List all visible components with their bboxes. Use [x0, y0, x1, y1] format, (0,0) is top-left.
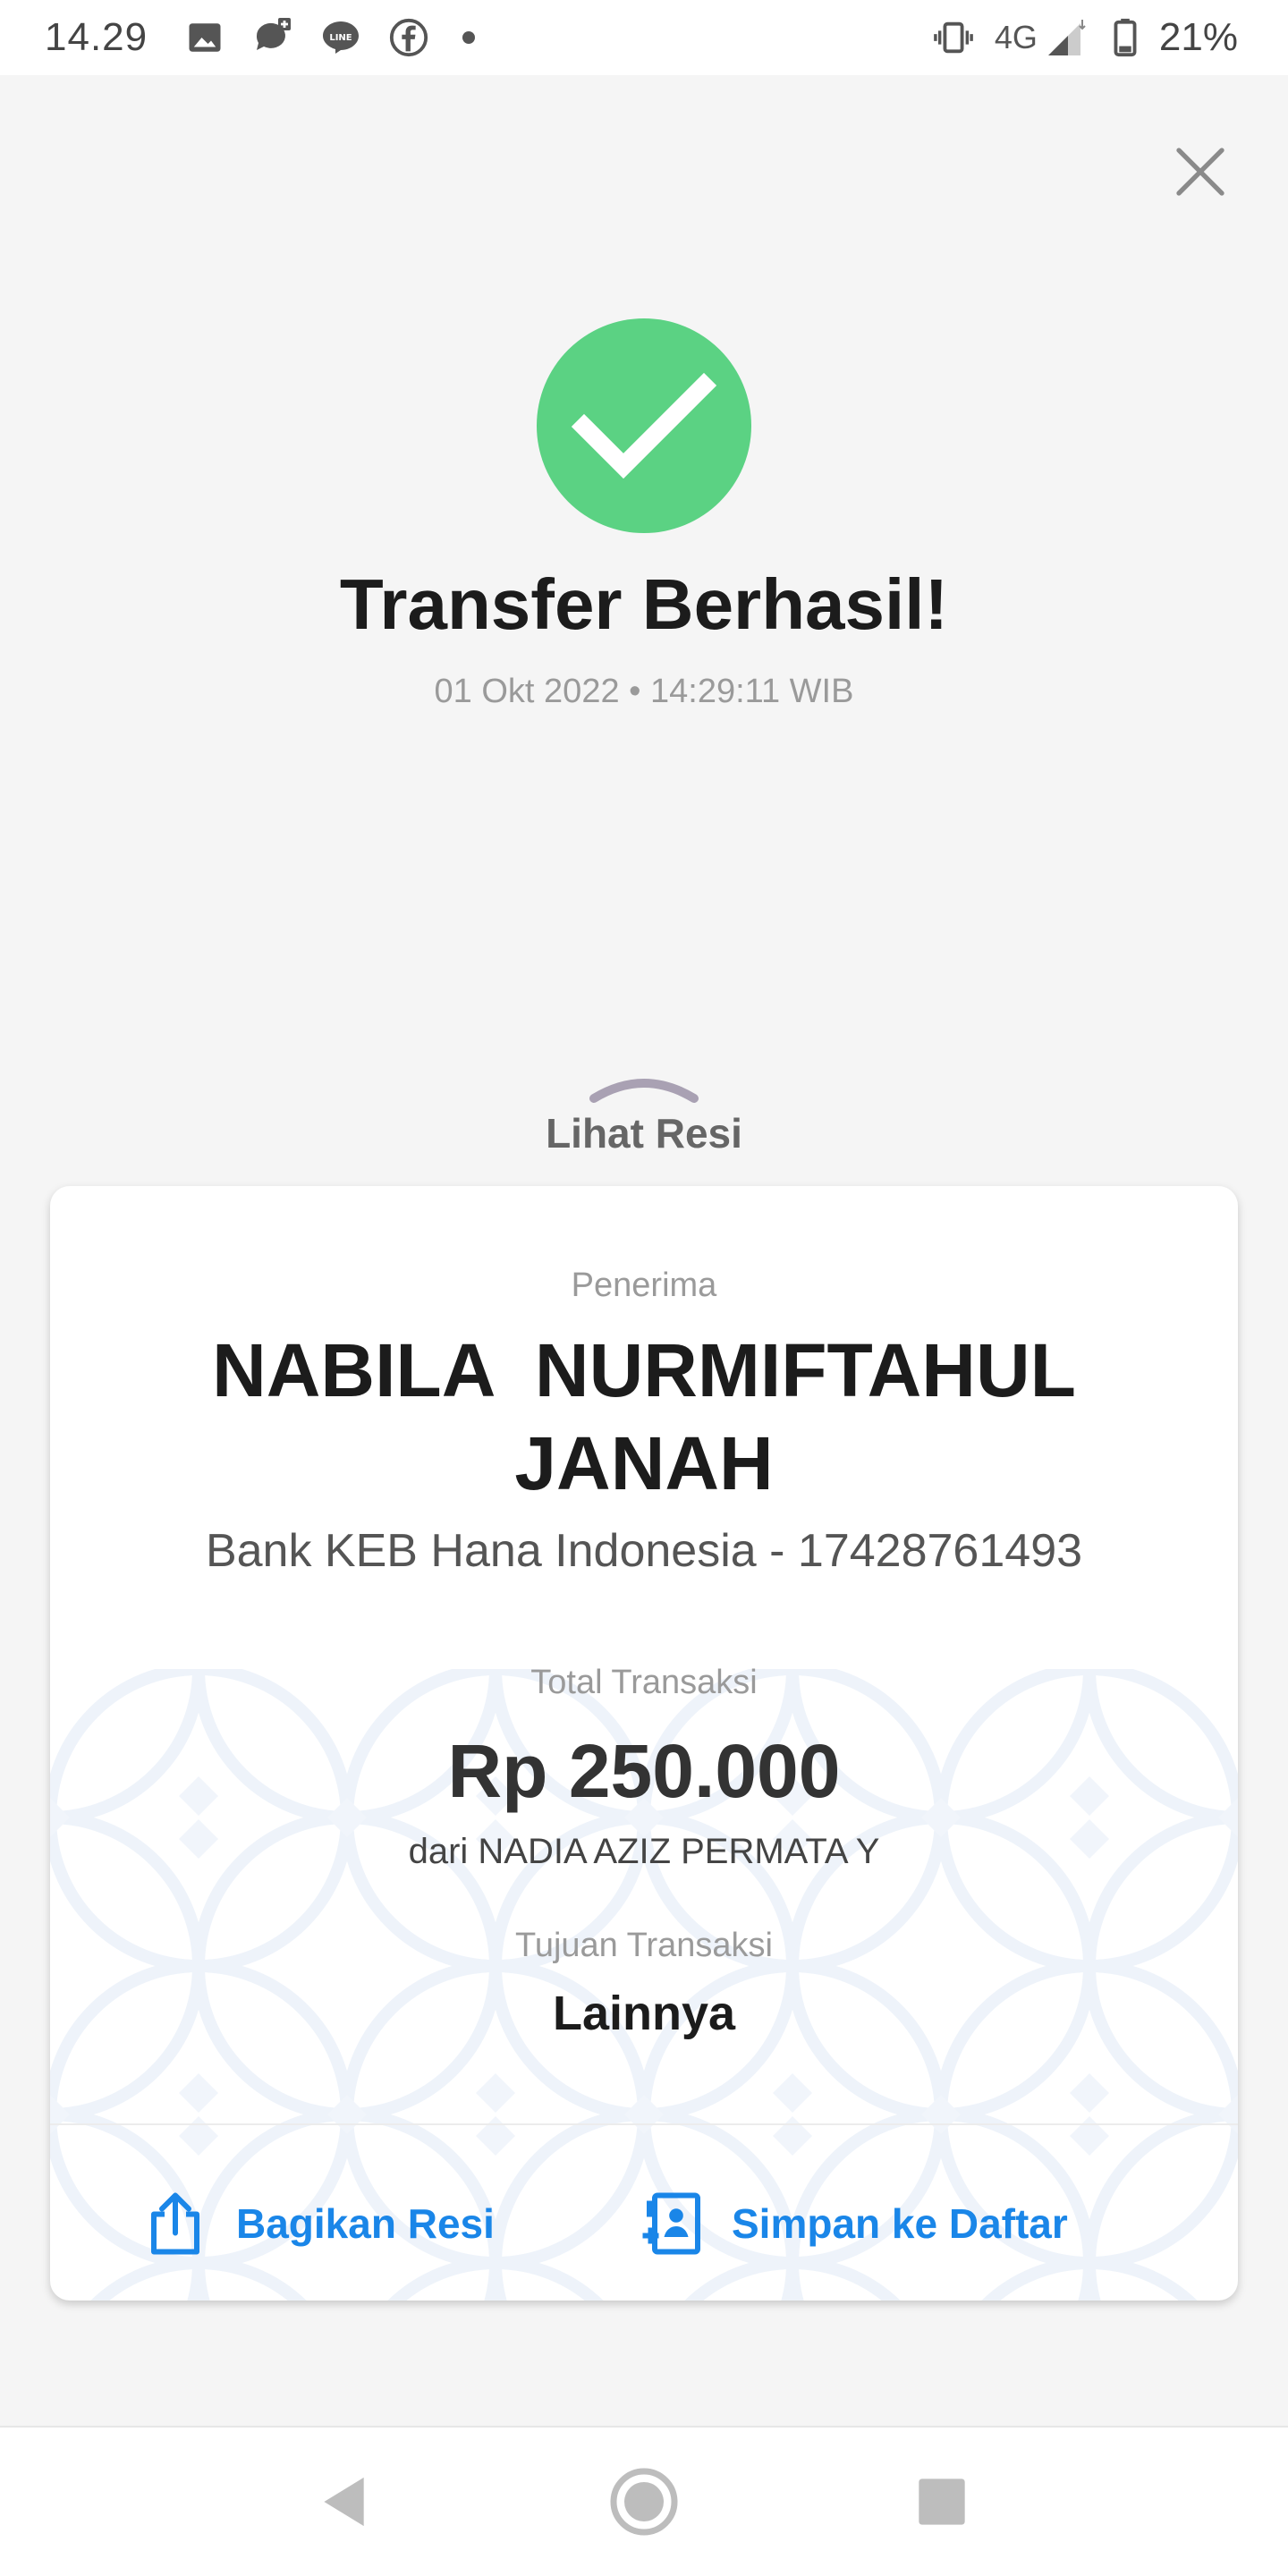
home-button[interactable] [599, 2457, 689, 2546]
status-bar: 14.29 LINE 4G 21% [0, 0, 1288, 75]
svg-text:LINE: LINE [329, 33, 352, 43]
battery-level: 21% [1158, 15, 1238, 59]
recents-button[interactable] [897, 2457, 987, 2546]
notification-dot-icon [462, 31, 476, 44]
home-circle-icon [610, 2468, 678, 2536]
recipient-name-line1: NABILA NURMIFTAHUL [212, 1328, 1076, 1412]
sender-name: dari NADIA AZIZ PERMATA Y [408, 1832, 880, 1871]
facebook-icon [387, 16, 430, 59]
chat-plus-icon [251, 16, 294, 59]
recents-square-icon [919, 2479, 965, 2525]
close-icon [1176, 148, 1224, 196]
chevron-up-icon [589, 1079, 699, 1103]
page-title: Transfer Berhasil! [339, 564, 949, 644]
status-bar-right: 4G 21% [932, 15, 1238, 60]
status-bar-left: 14.29 LINE [45, 15, 476, 60]
back-triangle-icon [324, 2477, 364, 2527]
add-contact-icon [642, 2192, 700, 2255]
status-time: 14.29 [45, 15, 148, 59]
gallery-icon [183, 16, 226, 59]
battery-icon [1104, 16, 1147, 59]
network-type: 4G [994, 19, 1038, 55]
bank-account: Bank KEB Hana Indonesia - 17428761493 [205, 1525, 1083, 1577]
purpose-label: Tujuan Transaksi [515, 1927, 773, 1964]
signal-icon [1045, 16, 1088, 59]
receipt-card: Penerima NABILA NURMIFTAHUL JANAH Bank K… [50, 1186, 1238, 2301]
total-label: Total Transaksi [530, 1664, 758, 1701]
checkmark-icon [571, 372, 717, 479]
card-divider [50, 2123, 1238, 2125]
success-badge [537, 318, 751, 533]
close-button[interactable] [1163, 134, 1238, 209]
recipient-name: NABILA NURMIFTAHUL JANAH [50, 1324, 1238, 1510]
line-icon: LINE [319, 16, 362, 59]
share-receipt-button[interactable]: Bagikan Resi [143, 2179, 495, 2268]
navigation-bar [0, 2426, 1288, 2576]
view-receipt-label: Lihat Resi [546, 1110, 742, 1157]
vibrate-icon [932, 16, 975, 59]
share-icon [151, 2192, 199, 2255]
back-button[interactable] [301, 2457, 391, 2546]
view-receipt-toggle[interactable]: Lihat Resi [465, 1073, 823, 1172]
share-receipt-label: Bagikan Resi [236, 2200, 495, 2247]
recipient-label: Penerima [571, 1267, 717, 1304]
transaction-purpose: Lainnya [552, 1987, 736, 2040]
save-to-list-label: Simpan ke Daftar [732, 2200, 1068, 2247]
transaction-datetime: 01 Okt 2022 • 14:29:11 WIB [434, 673, 854, 710]
save-to-list-button[interactable]: Simpan ke Daftar [639, 2179, 1068, 2268]
recipient-name-line2: JANAH [514, 1421, 774, 1505]
transaction-amount: Rp 250.000 [447, 1729, 841, 1813]
